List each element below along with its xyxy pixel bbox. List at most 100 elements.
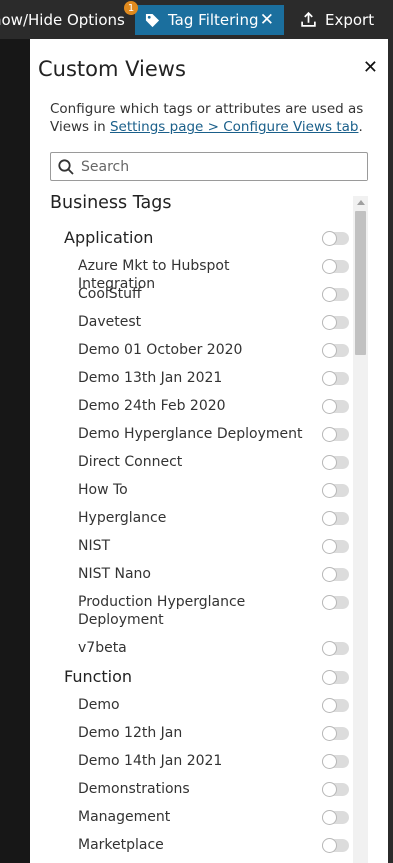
toggle-knob xyxy=(322,595,337,610)
tag-item-label: CoolStuff xyxy=(78,286,142,302)
toggle-knob xyxy=(322,511,337,526)
tag-category-row: Function xyxy=(30,667,350,689)
tag-item-row: Production Hyperglance Deployment xyxy=(30,593,350,629)
toggle-switch[interactable] xyxy=(322,698,349,713)
show-hide-options-button[interactable]: how/Hide Options xyxy=(0,0,125,39)
toggle-switch[interactable] xyxy=(322,810,349,825)
right-edge-strip xyxy=(388,39,393,863)
tag-item-row: Demo 24th Feb 2020 xyxy=(30,397,350,415)
toggle-knob xyxy=(322,726,337,741)
toggle-switch[interactable] xyxy=(322,259,349,274)
show-hide-options-label: how/Hide Options xyxy=(0,10,125,29)
tag-item-row: Azure Mkt to Hubspot Integration xyxy=(30,257,350,292)
tag-item-row: Marketplace xyxy=(30,836,350,854)
tag-item-row: Demonstrations xyxy=(30,780,350,798)
tag-category-label: Application xyxy=(64,228,154,247)
toggle-knob xyxy=(322,231,337,246)
toggle-switch[interactable] xyxy=(322,726,349,741)
tag-item-label: Demonstrations xyxy=(78,781,190,797)
tag-item-label: NIST Nano xyxy=(78,566,151,582)
tag-filtering-tab[interactable]: Tag Filtering ✕ xyxy=(135,5,284,35)
toggle-knob xyxy=(322,641,337,656)
export-button[interactable]: Export xyxy=(300,0,390,39)
toggle-knob xyxy=(322,455,337,470)
toggle-knob xyxy=(322,287,337,302)
custom-views-panel: Custom Views ✕ Configure which tags or a… xyxy=(30,39,388,863)
toggle-switch[interactable] xyxy=(322,838,349,853)
toggle-knob xyxy=(322,838,337,853)
tag-item-label: Demo xyxy=(78,697,120,713)
toggle-switch[interactable] xyxy=(322,483,349,498)
toggle-switch[interactable] xyxy=(322,754,349,769)
top-toolbar: how/Hide Options 1 Tag Filtering ✕ Expor… xyxy=(0,0,393,39)
tag-item-label: How To xyxy=(78,482,128,498)
scroll-up-arrow-icon[interactable] xyxy=(357,200,365,205)
tag-item-row: Demo 12th Jan xyxy=(30,724,350,742)
toggle-switch[interactable] xyxy=(322,595,349,610)
toggle-switch[interactable] xyxy=(322,567,349,582)
toggle-switch[interactable] xyxy=(322,670,349,685)
toggle-switch[interactable] xyxy=(322,343,349,358)
tag-item-label: Demo 13th Jan 2021 xyxy=(78,370,223,386)
group-title: Business Tags xyxy=(50,193,172,213)
settings-link[interactable]: Settings page > Configure Views tab xyxy=(110,119,359,135)
close-panel-icon[interactable]: ✕ xyxy=(363,57,378,78)
toggle-switch[interactable] xyxy=(322,427,349,442)
toggle-switch[interactable] xyxy=(322,782,349,797)
toggle-switch[interactable] xyxy=(322,287,349,302)
tag-item-row: Demo xyxy=(30,696,350,714)
search-input[interactable] xyxy=(75,153,367,180)
toggle-switch[interactable] xyxy=(322,455,349,470)
toggle-knob xyxy=(322,670,337,685)
tag-item-row: Demo 13th Jan 2021 xyxy=(30,369,350,387)
tag-item-row: Demo Hyperglance Deployment xyxy=(30,425,350,443)
toggle-knob xyxy=(322,399,337,414)
toggle-knob xyxy=(322,315,337,330)
panel-description: Configure which tags or attributes are u… xyxy=(50,100,368,136)
tag-item-label: Demo 01 October 2020 xyxy=(78,342,243,358)
tag-item-label: Demo 12th Jan xyxy=(78,725,183,741)
tag-item-label: Demo 14th Jan 2021 xyxy=(78,753,223,769)
scrollbar[interactable] xyxy=(353,196,368,863)
tag-item-label: Demo Hyperglance Deployment xyxy=(78,426,303,442)
toggle-knob xyxy=(322,427,337,442)
toggle-knob xyxy=(322,567,337,582)
tag-item-label: Management xyxy=(78,809,171,825)
tag-item-row: NIST Nano xyxy=(30,565,350,583)
tag-item-label: Hyperglance xyxy=(78,510,167,526)
toggle-switch[interactable] xyxy=(322,641,349,656)
tag-icon xyxy=(145,13,160,28)
tag-item-row: CoolStuff xyxy=(30,285,350,303)
toggle-switch[interactable] xyxy=(322,539,349,554)
tag-item-row: Direct Connect xyxy=(30,453,350,471)
scrollbar-thumb[interactable] xyxy=(355,211,366,355)
toggle-switch[interactable] xyxy=(322,371,349,386)
tag-item-label: Direct Connect xyxy=(78,454,183,470)
toggle-knob xyxy=(322,539,337,554)
toggle-switch[interactable] xyxy=(322,231,349,246)
tag-item-label: Davetest xyxy=(78,314,142,330)
search-icon xyxy=(57,158,75,176)
toggle-switch[interactable] xyxy=(322,315,349,330)
toggle-switch[interactable] xyxy=(322,399,349,414)
search-box[interactable] xyxy=(50,152,368,181)
toggle-knob xyxy=(322,483,337,498)
tag-item-row: Demo 01 October 2020 xyxy=(30,341,350,359)
tag-category-row: Application xyxy=(30,228,350,250)
close-icon[interactable]: ✕ xyxy=(260,10,274,30)
tag-item-label: v7beta xyxy=(78,640,127,656)
tag-item-label: Demo 24th Feb 2020 xyxy=(78,398,226,414)
tag-item-row: Management xyxy=(30,808,350,826)
toggle-knob xyxy=(322,754,337,769)
toggle-switch[interactable] xyxy=(322,511,349,526)
toggle-knob xyxy=(322,698,337,713)
tag-item-row: Davetest xyxy=(30,313,350,331)
panel-title: Custom Views xyxy=(38,57,186,81)
tag-item-label: Marketplace xyxy=(78,837,164,853)
tag-item-row: How To xyxy=(30,481,350,499)
tag-item-row: Hyperglance xyxy=(30,509,350,527)
tag-item-label: Production Hyperglance Deployment xyxy=(78,594,246,628)
upload-icon xyxy=(300,11,317,28)
tag-category-label: Function xyxy=(64,667,133,686)
notification-badge: 1 xyxy=(124,1,138,15)
